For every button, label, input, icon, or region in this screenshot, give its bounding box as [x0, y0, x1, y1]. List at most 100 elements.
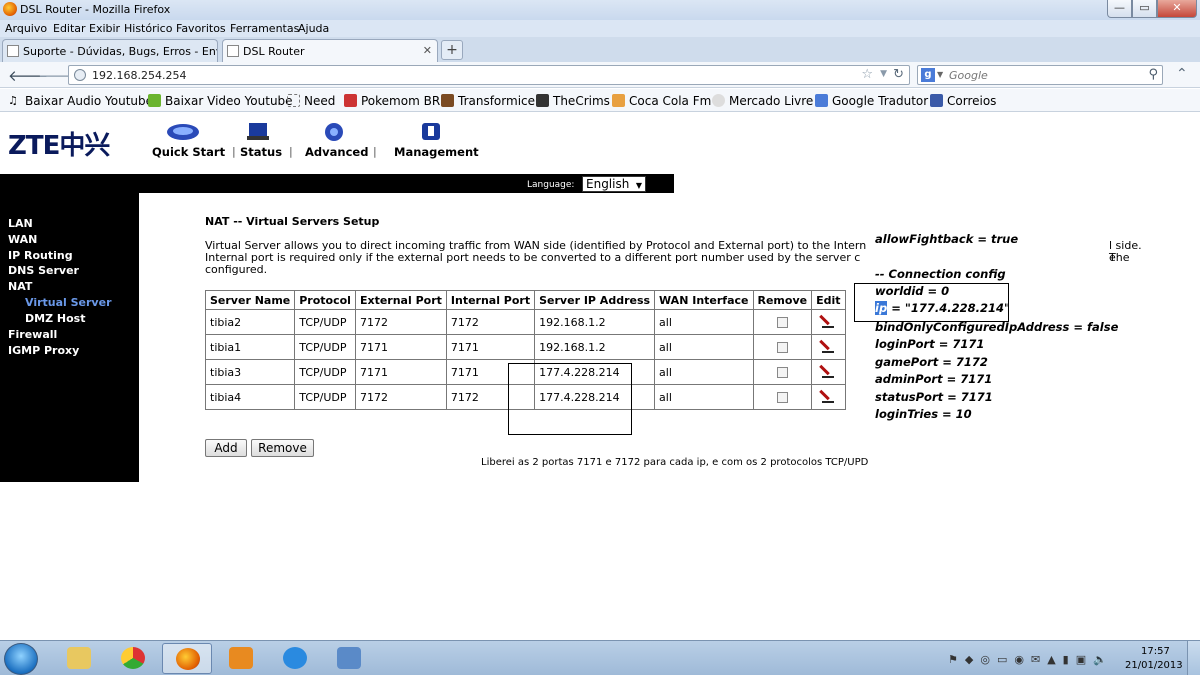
minimize-button[interactable]: — [1107, 0, 1132, 18]
tray-app-icon[interactable]: ▭ [997, 653, 1007, 666]
bookmark-item[interactable]: Google Tradutor [815, 94, 928, 108]
menu-historico[interactable]: Histórico [124, 22, 172, 35]
cell-external-port: 7171 [354, 359, 447, 385]
remove-checkbox[interactable] [776, 317, 788, 328]
remove-checkbox[interactable] [776, 342, 788, 353]
add-button[interactable]: Add [205, 439, 247, 457]
sidebar-item-dmz-host[interactable]: DMZ Host [25, 312, 85, 325]
globe-icon [74, 69, 86, 81]
media-player-button[interactable] [216, 643, 266, 674]
sidebar-item-firewall[interactable]: Firewall [8, 328, 57, 341]
search-bar[interactable]: g ▼ Google ⚲ [917, 65, 1163, 85]
bookmark-item[interactable]: Correios [930, 94, 996, 108]
tray-app-icon[interactable]: ▲ [1047, 653, 1055, 666]
clock-date[interactable]: 21/01/2013 [1125, 660, 1183, 671]
close-tab-icon[interactable]: ✕ [423, 44, 432, 57]
maximize-button[interactable]: ▭ [1132, 0, 1157, 18]
bookmark-item[interactable]: Transformice [441, 94, 535, 108]
sidebar-item-nat[interactable]: NAT [8, 280, 32, 293]
tab-bar: Suporte - Dúvidas, Bugs, Erros - Envia..… [0, 37, 1200, 62]
cell-edit [811, 309, 846, 335]
sidebar-item-lan[interactable]: LAN [8, 217, 33, 230]
clock-time[interactable]: 17:57 [1141, 646, 1170, 657]
page-title: NAT -- Virtual Servers Setup [205, 215, 380, 228]
tray-app-icon[interactable]: ◆ [965, 653, 973, 666]
menu-ferramentas[interactable]: Ferramentas [230, 22, 299, 35]
chrome-button[interactable] [108, 643, 158, 674]
edit-icon[interactable] [821, 339, 835, 353]
nav-quick-start[interactable]: Quick Start [152, 145, 225, 159]
scroll-up-icon[interactable]: ⌃ [1176, 66, 1188, 82]
remove-checkbox[interactable] [776, 367, 788, 378]
bookmark-item[interactable]: Coca Cola Fm [612, 94, 711, 108]
start-button[interactable] [4, 643, 38, 675]
bookmark-item[interactable]: ♫ Baixar Audio Youtube [8, 94, 153, 108]
sidebar-item-virtual-server[interactable]: Virtual Server [25, 296, 112, 309]
google-icon[interactable]: g [921, 68, 935, 82]
bookmark-star-icon[interactable]: ☆ [861, 67, 873, 82]
edit-icon[interactable] [821, 314, 835, 328]
highlight-box [508, 363, 632, 435]
cell-protocol: TCP/UDP [294, 359, 356, 385]
config-line: bindOnlyConfiguredIpAddress = false [875, 320, 1119, 334]
edit-icon[interactable] [821, 389, 835, 403]
transformice-icon [441, 94, 454, 107]
bookmark-item[interactable]: Pokemom BR [344, 94, 440, 108]
column-header: Internal Port [445, 290, 536, 310]
firefox-button[interactable] [162, 643, 212, 674]
explorer-button[interactable] [54, 643, 104, 674]
tray-app-icon[interactable]: ✉ [1031, 653, 1040, 666]
sidebar-item-dns-server[interactable]: DNS Server [8, 264, 79, 277]
flag-icon[interactable]: ⚑ [948, 653, 958, 666]
menu-exibir[interactable]: Exibir [89, 22, 120, 35]
chevron-down-icon[interactable]: ▼ [937, 70, 943, 79]
nav-management[interactable]: Management [394, 145, 479, 159]
sidebar-item-ip-routing[interactable]: IP Routing [8, 249, 73, 262]
cell-internal-port: 7171 [445, 334, 536, 360]
url-bar[interactable]: 192.168.254.254 ☆ ▼ ↻ [68, 65, 910, 85]
translate-icon [815, 94, 828, 107]
tray-app-icon[interactable]: ◉ [1014, 653, 1024, 666]
reload-icon[interactable]: ↻ [893, 67, 904, 82]
network-icon[interactable]: ▮ [1063, 653, 1069, 666]
correios-icon [930, 94, 943, 107]
nav-advanced[interactable]: Advanced [305, 145, 368, 159]
search-placeholder: Google [949, 69, 988, 82]
chevron-down-icon: ▼ [635, 181, 642, 190]
ie-button[interactable] [270, 643, 320, 674]
description-line-end: e [1109, 251, 1116, 264]
menu-favoritos[interactable]: Favoritos [176, 22, 226, 35]
firefox-icon [176, 648, 200, 670]
new-tab-button[interactable]: + [441, 40, 463, 60]
sidebar-item-igmp-proxy[interactable]: IGMP Proxy [8, 344, 79, 357]
search-icon[interactable]: ⚲ [1148, 67, 1158, 82]
close-button[interactable]: ✕ [1157, 0, 1197, 18]
sidebar-item-wan[interactable]: WAN [8, 233, 37, 246]
tray-app-icon[interactable]: ◎ [980, 653, 990, 666]
tab-dsl-router[interactable]: DSL Router ✕ [222, 39, 438, 62]
bookmark-item[interactable]: TheCrims [536, 94, 610, 108]
handshake-icon [712, 94, 725, 107]
nav-status[interactable]: Status [240, 145, 282, 159]
cell-server-name: tibia3 [204, 359, 296, 385]
cell-remove [752, 334, 813, 360]
tab-suporte[interactable]: Suporte - Dúvidas, Bugs, Erros - Envia..… [2, 39, 218, 62]
remove-button[interactable]: Remove [251, 439, 314, 457]
show-desktop-button[interactable] [1187, 641, 1200, 675]
language-select[interactable]: English ▼ [582, 176, 646, 192]
column-header: Protocol [294, 290, 356, 310]
menu-arquivo[interactable]: Arquivo [5, 22, 47, 35]
remove-checkbox[interactable] [776, 392, 788, 403]
tab-label: DSL Router [243, 45, 305, 58]
edit-icon[interactable] [821, 364, 835, 378]
bookmark-item[interactable]: Baixar Video Youtube [148, 94, 293, 108]
chevron-down-icon[interactable]: ▼ [880, 69, 887, 79]
menu-editar[interactable]: Editar [53, 22, 86, 35]
tray-app-icon[interactable]: ▣ [1076, 653, 1086, 666]
control-panel-button[interactable] [324, 643, 374, 674]
menu-ajuda[interactable]: Ajuda [298, 22, 329, 35]
bookmark-item[interactable]: Mercado Livre [712, 94, 813, 108]
cell-server-name: tibia1 [204, 334, 296, 360]
bookmark-item[interactable]: Need [287, 94, 335, 108]
volume-icon[interactable]: 🔈 [1093, 653, 1107, 666]
